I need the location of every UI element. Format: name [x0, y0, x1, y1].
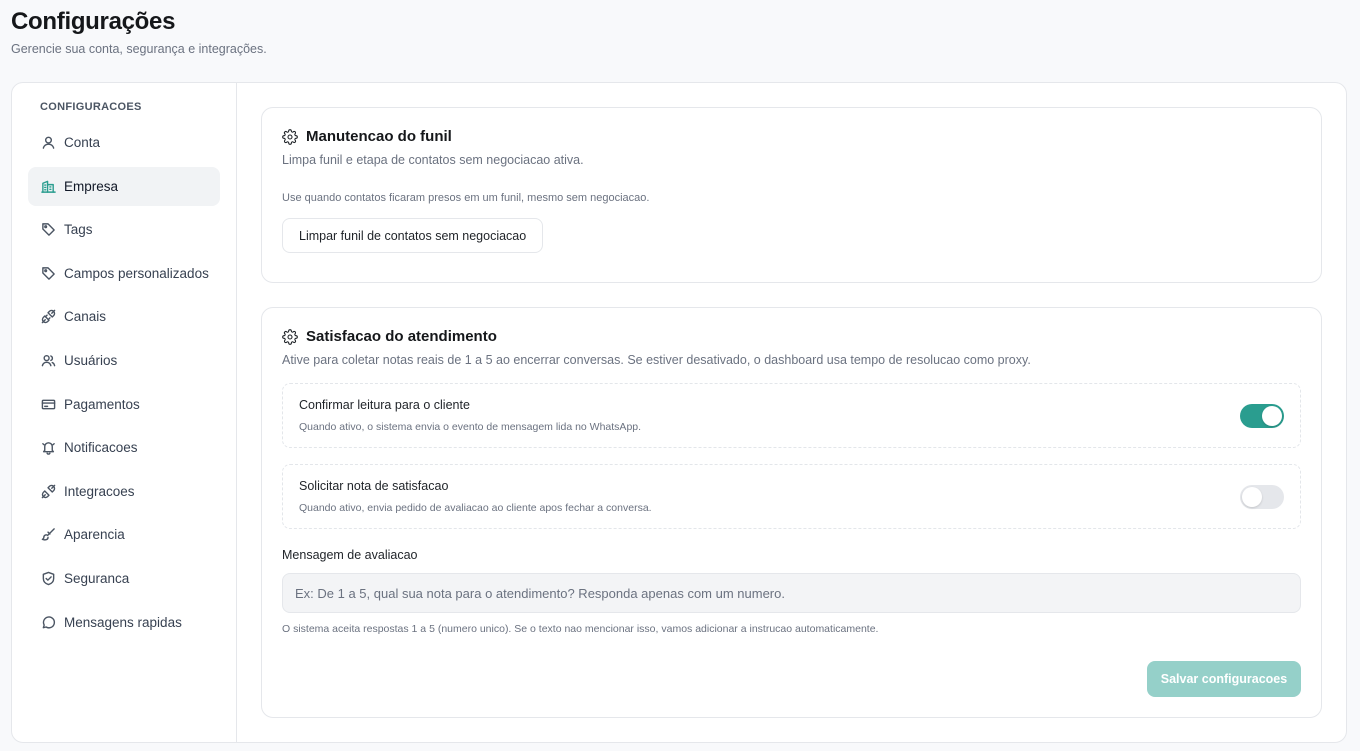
page-subtitle: Gerencie sua conta, segurança e integraç… — [11, 42, 267, 56]
toggle-knob — [1242, 486, 1262, 507]
satisfaction-card-title: Satisfacao do atendimento — [306, 328, 497, 345]
brush-icon — [40, 527, 56, 543]
sidebar-item-label: Campos personalizados — [64, 265, 209, 281]
setting-text: Confirmar leitura para o cliente Quando … — [299, 398, 641, 433]
setting-label: Confirmar leitura para o cliente — [299, 398, 470, 412]
rating-message-input[interactable] — [282, 573, 1301, 613]
sidebar-item-label: Mensagens rapidas — [64, 614, 182, 630]
rating-message-help: O sistema aceita respostas 1 a 5 (numero… — [282, 623, 879, 635]
plug-icon — [40, 309, 56, 325]
shield-icon — [40, 570, 56, 586]
sidebar-item-tags[interactable]: Tags — [28, 210, 220, 249]
settings-sidebar: CONFIGURACOES Conta Empresa Tags Campos … — [12, 83, 237, 742]
sidebar-item-label: Seguranca — [64, 570, 130, 586]
sidebar-item-integracoes[interactable]: Integracoes — [28, 472, 220, 511]
sidebar-item-label: Pagamentos — [64, 396, 140, 412]
sidebar-item-label: Integracoes — [64, 483, 135, 499]
funnel-card-description: Limpa funil e etapa de contatos sem nego… — [282, 153, 584, 167]
setting-help: Quando ativo, envia pedido de avaliacao … — [299, 502, 652, 514]
sidebar-item-label: Notificacoes — [64, 440, 138, 456]
sidebar-item-empresa[interactable]: Empresa — [28, 166, 220, 206]
page-title: Configurações — [11, 8, 176, 35]
sidebar-item-label: Conta — [64, 135, 101, 150]
card-title-row: Manutencao do funil — [282, 128, 1301, 145]
tag-icon — [40, 265, 56, 281]
gear-icon — [282, 128, 298, 145]
page-header: Configurações Gerencie sua conta, segura… — [11, 8, 267, 56]
clear-funnel-button[interactable]: Limpar funil de contatos sem negociacao — [282, 218, 544, 253]
settings-panel: CONFIGURACOES Conta Empresa Tags Campos … — [11, 82, 1347, 743]
sidebar-item-mensagens-rapidas[interactable]: Mensagens rapidas — [28, 603, 220, 642]
save-settings-button[interactable]: Salvar configuracoes — [1147, 661, 1301, 697]
sidebar-item-pagamentos[interactable]: Pagamentos — [28, 385, 220, 424]
sidebar-item-aparencia[interactable]: Aparencia — [28, 515, 220, 554]
setting-text: Solicitar nota de satisfacao Quando ativ… — [299, 479, 652, 514]
sidebar-item-label: Empresa — [64, 178, 119, 194]
plug-icon — [40, 483, 56, 499]
satisfaction-card: Satisfacao do atendimento Ative para col… — [261, 307, 1322, 718]
funnel-card-note: Use quando contatos ficaram presos em um… — [282, 192, 650, 204]
sidebar-item-notificacoes[interactable]: Notificacoes — [28, 428, 220, 467]
user-icon — [40, 135, 56, 151]
rating-message-label: Mensagem de avaliacao — [282, 548, 418, 562]
bell-icon — [40, 440, 56, 456]
sidebar-item-seguranca[interactable]: Seguranca — [28, 559, 220, 598]
funnel-card-title: Manutencao do funil — [306, 128, 452, 145]
gear-icon — [282, 328, 298, 345]
credit-card-icon — [40, 396, 56, 412]
setting-help: Quando ativo, o sistema envia o evento d… — [299, 421, 642, 433]
setting-label: Solicitar nota de satisfacao — [299, 479, 449, 493]
sidebar-heading: CONFIGURACOES — [40, 101, 142, 113]
sidebar-item-label: Tags — [64, 222, 93, 238]
users-icon — [40, 352, 56, 368]
settings-content: Manutencao do funil Limpa funil e etapa … — [237, 83, 1346, 742]
sidebar-item-label: Canais — [64, 309, 107, 325]
satisfaction-request-setting: Solicitar nota de satisfacao Quando ativ… — [282, 464, 1301, 529]
funnel-maintenance-card: Manutencao do funil Limpa funil e etapa … — [261, 107, 1322, 283]
sidebar-item-label: Usuários — [64, 352, 118, 368]
message-circle-icon — [40, 614, 56, 630]
read-receipt-setting: Confirmar leitura para o cliente Quando … — [282, 383, 1301, 448]
read-receipt-toggle[interactable] — [1240, 403, 1284, 428]
sidebar-item-conta[interactable]: Conta — [28, 123, 220, 162]
building-icon — [40, 178, 56, 194]
sidebar-item-label: Aparencia — [64, 527, 125, 543]
sidebar-item-campos-personalizados[interactable]: Campos personalizados — [28, 254, 220, 293]
tag-icon — [40, 222, 56, 238]
satisfaction-card-description: Ative para coletar notas reais de 1 a 5 … — [282, 353, 1031, 367]
satisfaction-request-toggle[interactable] — [1240, 484, 1284, 509]
toggle-knob — [1262, 405, 1282, 426]
sidebar-nav: Conta Empresa Tags Campos personalizados… — [28, 123, 220, 642]
card-title-row: Satisfacao do atendimento — [282, 328, 1301, 345]
sidebar-item-usuarios[interactable]: Usuários — [28, 341, 220, 380]
sidebar-item-canais[interactable]: Canais — [28, 297, 220, 336]
